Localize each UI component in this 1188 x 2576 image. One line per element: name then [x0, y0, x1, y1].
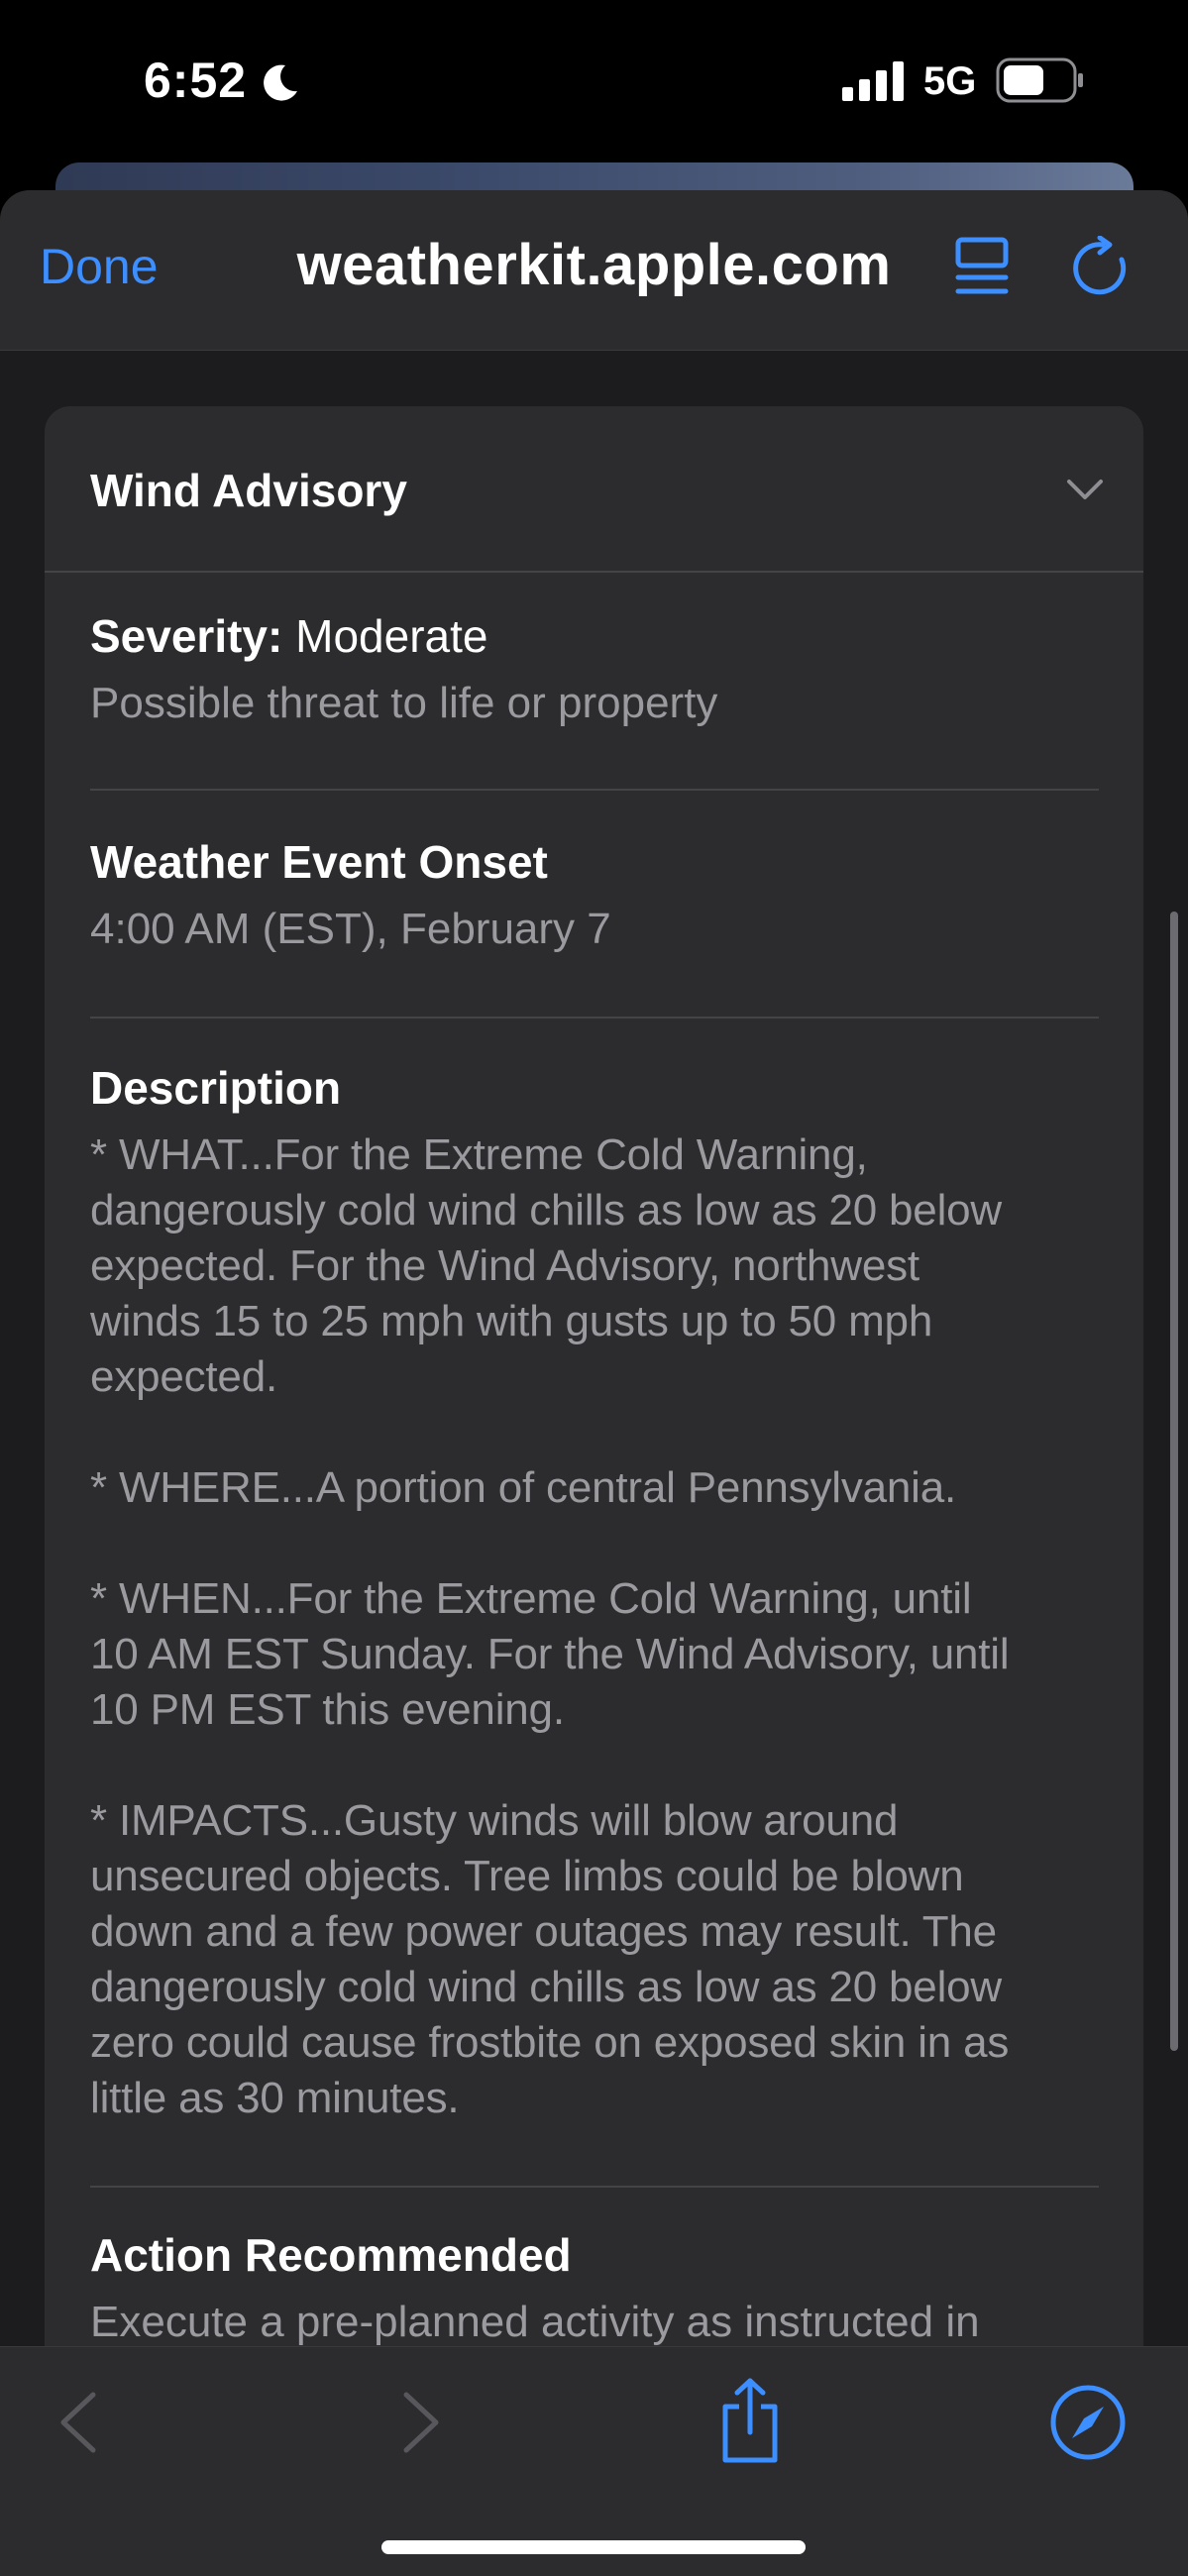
battery-icon [996, 57, 1083, 103]
web-sheet: Done weatherkit.apple.com Wind Advisory [0, 190, 1188, 2576]
compass-icon[interactable] [1048, 2383, 1128, 2462]
reload-icon[interactable] [1070, 236, 1135, 301]
forward-icon[interactable] [400, 2389, 444, 2456]
network-label: 5G [923, 59, 977, 103]
divider [90, 1017, 1099, 1019]
action-text: Execute a pre-planned activity as instru… [90, 2298, 980, 2346]
signal-icon [842, 61, 904, 101]
share-icon[interactable] [715, 2377, 785, 2466]
alert-card: Wind Advisory Severity: Moderate Possibl… [45, 406, 1143, 2576]
severity-value: Moderate [295, 610, 488, 662]
severity-detail: Possible threat to life or property [90, 679, 718, 727]
description-label: Description [90, 1062, 342, 1114]
home-indicator[interactable] [381, 2540, 806, 2554]
severity-section: Severity: Moderate Possible threat to li… [90, 608, 1099, 731]
divider [90, 789, 1099, 791]
alert-title: Wind Advisory [90, 465, 407, 516]
status-bar: 6:52 5G [0, 0, 1188, 159]
action-label: Action Recommended [90, 2229, 572, 2281]
reader-icon[interactable] [954, 236, 1014, 299]
description-text: * WHAT...For the Extreme Cold Warning, d… [90, 1130, 1010, 2122]
alert-header[interactable]: Wind Advisory [45, 406, 1143, 573]
moon-icon [264, 64, 297, 101]
scrollbar[interactable] [1170, 912, 1178, 2051]
onset-section: Weather Event Onset 4:00 AM (EST), Febru… [90, 834, 1099, 957]
chevron-down-icon[interactable] [1065, 476, 1105, 503]
severity-label: Severity: [90, 610, 283, 662]
back-icon[interactable] [55, 2389, 99, 2456]
browser-nav-bar: Done weatherkit.apple.com [0, 190, 1188, 351]
screen: 6:52 5G Done weatherkit.apple.com Wind A… [0, 0, 1188, 2576]
onset-label: Weather Event Onset [90, 836, 548, 888]
description-section: Description * WHAT...For the Extreme Col… [90, 1060, 1099, 2126]
onset-value: 4:00 AM (EST), February 7 [90, 905, 611, 953]
status-time: 6:52 [144, 53, 248, 108]
action-section: Action Recommended Execute a pre-planned… [90, 2227, 1099, 2350]
divider [90, 2186, 1099, 2188]
